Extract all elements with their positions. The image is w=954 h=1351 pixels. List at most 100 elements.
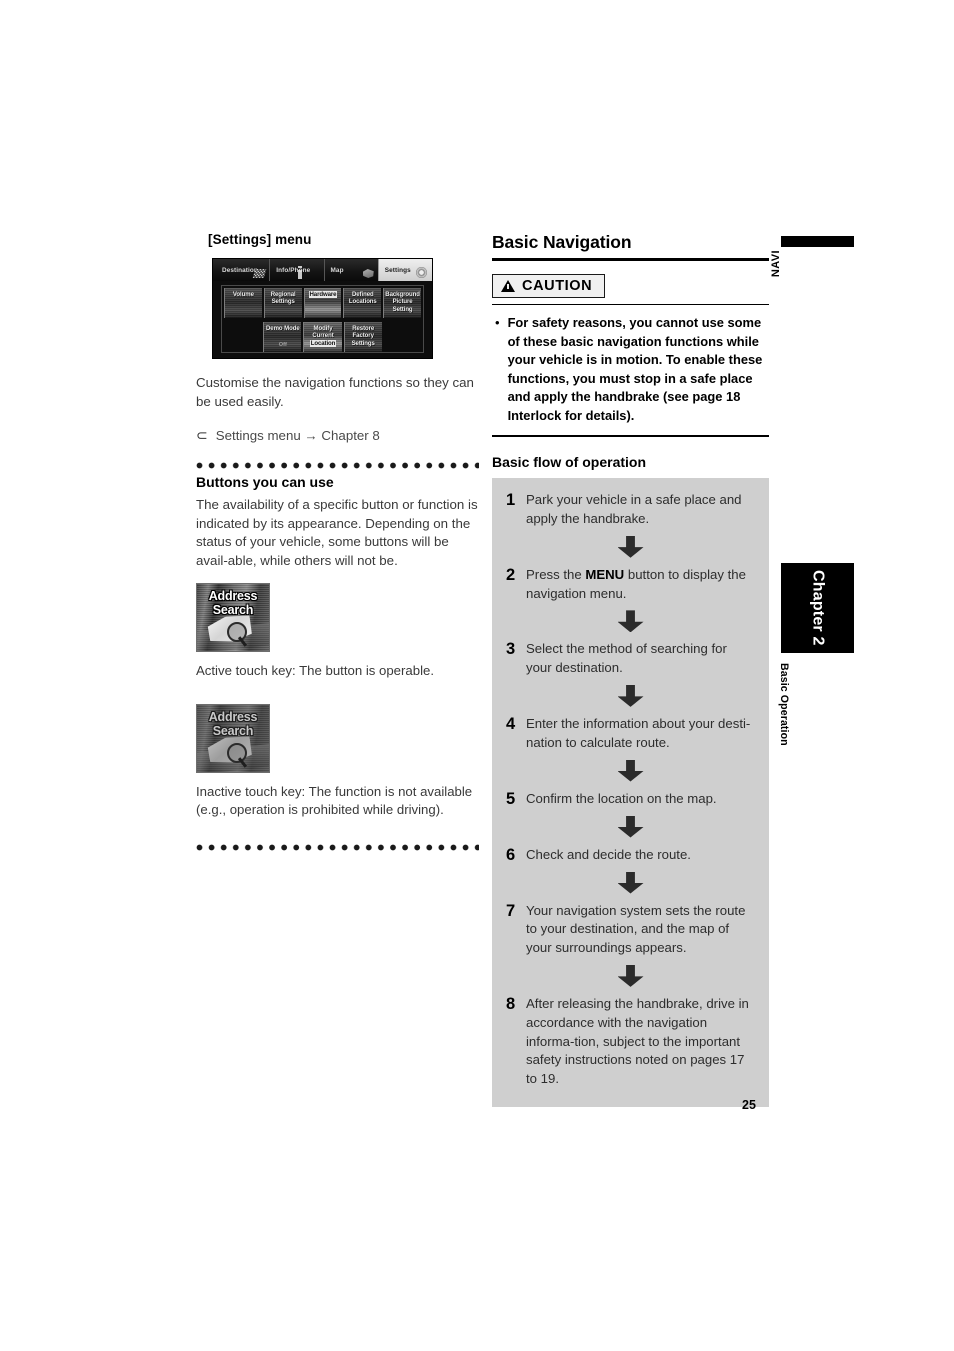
- flow-step-5: 5 Confirm the location on the map.: [506, 790, 755, 809]
- intro-paragraph: Customise the navigation functions so th…: [196, 375, 474, 409]
- reference-arrow-icon: ⊃: [196, 427, 208, 444]
- caution-content: • For safety reasons, you cannot use som…: [495, 314, 769, 426]
- checkered-flag-icon: [252, 269, 267, 278]
- navshot-key-restore-factory-settings: Restore Factory Settings: [343, 322, 382, 352]
- flow-step-2-menu-keyword: MENU: [585, 566, 625, 582]
- flow-step-3-text: Select the method of searching for your …: [526, 641, 727, 676]
- flow-arrow-1-icon: [617, 535, 644, 558]
- navshot-key-background-picture-setting: Background Picture Setting: [383, 288, 421, 318]
- navi-tab-label: NAVI: [770, 250, 782, 278]
- info-icon: [297, 266, 302, 279]
- navshot-tab-infophone: Info/Phone: [269, 259, 323, 281]
- flow-step-1: 1 Park your vehicle in a safe place and …: [506, 491, 755, 529]
- flow-step-4-number: 4: [506, 714, 516, 733]
- map-icon: [362, 269, 374, 278]
- flow-arrow-4-icon: [617, 759, 644, 782]
- navshot-key-regional-settings: Regional Settings: [263, 288, 302, 318]
- chapter-tab-label: Chapter 2: [809, 570, 827, 646]
- flow-step-2-text: Press the MENU button to display the nav…: [526, 566, 755, 604]
- navshot-row2-spacer-right: [384, 322, 421, 352]
- navshot-key-volume-label: Volume: [232, 291, 254, 298]
- flow-step-3-number: 3: [506, 640, 516, 659]
- basic-flow-box: 1 Park your vehicle in a safe place and …: [492, 478, 769, 1107]
- navshot-tab-settings: Settings: [377, 259, 432, 281]
- caution-text: For safety reasons, you cannot use some …: [507, 314, 763, 423]
- flow-step-4: 4 Enter the information about your desti…: [506, 715, 755, 753]
- flow-step-7-text: Your navigation system sets the route to…: [526, 902, 746, 956]
- navshot-key-hardware-label: Hardware: [305, 291, 342, 298]
- flow-step-6-number: 6: [506, 845, 516, 864]
- navshot-key-hardware: Hardware: [303, 288, 342, 318]
- navshot-key-grid: Volume Regional Settings Hardware Define…: [221, 285, 424, 353]
- caution-badge: CAUTION: [492, 273, 606, 298]
- flow-step-7-number: 7: [506, 901, 516, 920]
- reference-text: Settings menu → Chapter 8: [215, 428, 380, 444]
- navshot-key-modify-current-text: Modify Current: [312, 325, 334, 340]
- navshot-top-bar: Destination Info/Phone Map Settings: [213, 259, 432, 281]
- flow-step-2: 2 Press the MENU button to display the n…: [506, 566, 755, 604]
- flow-arrow-2-icon: [617, 610, 644, 633]
- flow-step-6: 6 Check and decide the route.: [506, 846, 755, 865]
- page-number: 25: [742, 1098, 756, 1112]
- navshot-key-modify-current-location-label: Modify Current Location: [304, 325, 341, 347]
- navshot-key-hardware-text: Hardware: [308, 291, 338, 298]
- buttons-section-paragraph: The availability of a specific button or…: [196, 497, 478, 568]
- flow-arrow-7-icon: [617, 964, 644, 987]
- caution-rule-top: [492, 303, 769, 305]
- flow-step-8: 8 After releasing the handbrake, drive i…: [506, 995, 755, 1089]
- navshot-tab-destination: Destination: [213, 259, 269, 281]
- flow-arrow-3-icon: [617, 684, 644, 707]
- flow-step-1-number: 1: [506, 491, 516, 510]
- navshot-key-demo-mode-label: Demo Mode: [265, 325, 300, 332]
- inactive-touch-key-label: Address Search: [197, 710, 269, 739]
- navshot-key-defined-locations-label: Defined Locations: [348, 291, 377, 306]
- magnifier-icon-dim: [227, 742, 247, 763]
- active-touch-key-line2: Search: [212, 603, 254, 618]
- warning-triangle-icon: [501, 279, 515, 292]
- section-tab-label: Basic Operation: [778, 663, 790, 746]
- flow-step-8-number: 8: [506, 994, 516, 1013]
- active-touch-key-image: Address Search: [196, 582, 270, 652]
- cross-reference: ⊃ Settings menu → Chapter 8: [196, 427, 479, 444]
- navshot-key-background-picture-setting-label: Background Picture Setting: [385, 291, 420, 313]
- right-column: Basic Navigation CAUTION • For safety re…: [492, 232, 769, 1107]
- flow-step-1-text: Park your vehicle in a safe place and ap…: [526, 492, 742, 526]
- flow-step-5-text: Confirm the location on the map.: [526, 790, 717, 806]
- navshot-key-demo-mode-state: Off: [278, 342, 287, 348]
- navshot-key-location-text: Location: [309, 339, 337, 347]
- buttons-section-title: Buttons you can use: [196, 474, 334, 491]
- flow-step-2-text-pre: Press the: [526, 566, 586, 582]
- flow-arrow-6-icon: [617, 871, 644, 894]
- inactive-touch-key-line1: Address: [208, 709, 258, 724]
- flow-step-2-number: 2: [506, 565, 516, 584]
- flow-step-8-text: After releasing the handbrake, drive in …: [526, 995, 749, 1087]
- manual-page: [Settings] menu Destination Info/Phone M…: [0, 0, 954, 1351]
- navshot-key-demo-mode: Demo Mode Off: [263, 322, 302, 352]
- dotted-divider-top: [196, 462, 479, 471]
- navshot-key-row-1: Volume Regional Settings Hardware Define…: [222, 286, 423, 320]
- navshot-tab-map-label: Map: [330, 266, 344, 274]
- inactive-touch-key-image: Address Search: [196, 703, 270, 773]
- navshot-key-volume: Volume: [224, 288, 262, 318]
- navshot-key-modify-current-location: Modify Current Location: [303, 322, 342, 352]
- navi-tab-bar: [781, 236, 854, 247]
- flow-step-6-text: Check and decide the route.: [526, 846, 691, 862]
- flow-step-3: 3 Select the method of searching for you…: [506, 640, 755, 678]
- navshot-key-restore-factory-settings-label: Restore Factory Settings: [351, 325, 375, 347]
- gear-icon: [416, 267, 427, 278]
- flow-step-4-text: Enter the information about your desti-n…: [526, 715, 751, 750]
- navshot-row2-spacer-left: [224, 322, 261, 352]
- flow-heading: Basic flow of operation: [492, 454, 647, 471]
- navshot-key-regional-settings-label: Regional Settings: [270, 291, 296, 306]
- settings-menu-screenshot: Destination Info/Phone Map Settings Volu…: [213, 259, 432, 358]
- active-touch-key-line1: Address: [208, 588, 258, 603]
- dotted-divider-bottom: [196, 843, 479, 852]
- navshot-key-row-2: Demo Mode Off Modify Current Location Re…: [222, 320, 423, 354]
- inactive-touch-key-caption: Inactive touch key: The function is not …: [196, 783, 473, 818]
- magnifier-icon: [227, 621, 247, 642]
- left-column: [Settings] menu Destination Info/Phone M…: [196, 232, 479, 852]
- active-touch-key-caption: Active touch key: The button is operable…: [196, 662, 435, 678]
- active-touch-key-label: Address Search: [197, 589, 269, 618]
- navshot-tab-settings-label: Settings: [384, 266, 411, 274]
- navshot-tab-map: Map: [323, 259, 378, 281]
